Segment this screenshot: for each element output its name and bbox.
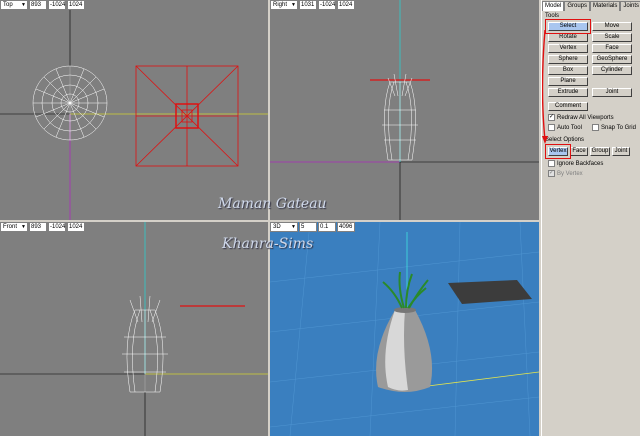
box-button[interactable]: Box xyxy=(548,66,588,75)
checkbox-unchecked xyxy=(548,160,555,167)
tab-groups[interactable]: Groups xyxy=(564,1,591,11)
right-view-canvas xyxy=(270,0,539,220)
near-field[interactable]: 0.1 xyxy=(318,222,336,232)
vase-front-wireframe xyxy=(122,295,168,393)
view-select[interactable]: Right xyxy=(270,0,298,10)
y-field[interactable]: 1024 xyxy=(67,0,85,10)
x-field[interactable]: -1024 xyxy=(48,0,66,10)
highlight-select-box xyxy=(545,19,591,34)
move-button[interactable]: Move xyxy=(592,22,632,31)
checkbox-checked: ✓ xyxy=(548,114,555,121)
view-select[interactable]: 3D xyxy=(270,222,298,232)
viewport-toolbar: Right 1031 -1024 1024 xyxy=(270,0,355,10)
plane-button[interactable]: Plane xyxy=(548,77,588,86)
viewport-toolbar: Front 893 -1024 1024 xyxy=(0,222,85,232)
rotate-button[interactable]: Rotate xyxy=(548,33,588,42)
checkbox-unchecked xyxy=(548,124,555,131)
ignore-backfaces-checkbox[interactable]: Ignore Backfaces xyxy=(548,160,603,167)
viewport-toolbar: Top 893 -1024 1024 xyxy=(0,0,85,10)
ignore-backfaces-label: Ignore Backfaces xyxy=(557,160,604,167)
joint-button[interactable]: Joint xyxy=(592,88,632,97)
plane-top-wireframe xyxy=(135,65,239,167)
tab-materials[interactable]: Materials xyxy=(590,1,621,11)
sphere-button[interactable]: Sphere xyxy=(548,55,588,64)
cylinder-button[interactable]: Cylinder xyxy=(592,66,632,75)
checkbox-unchecked xyxy=(592,124,599,131)
viewport-top[interactable]: Top 893 -1024 1024 xyxy=(0,0,268,220)
geosphere-button[interactable]: GeoSphere xyxy=(592,55,632,64)
select-options-label: Select Options xyxy=(545,137,585,143)
scale-button[interactable]: Scale xyxy=(592,33,632,42)
select-face-button[interactable]: Face xyxy=(570,147,588,156)
comment-button[interactable]: Comment xyxy=(548,102,588,111)
front-view-canvas xyxy=(0,222,268,436)
vase-3d xyxy=(376,271,433,392)
viewport-right[interactable]: Right 1031 -1024 1024 xyxy=(270,0,539,220)
top-view-canvas xyxy=(0,0,268,220)
viewport-front[interactable]: Front 893 -1024 1024 xyxy=(0,222,268,436)
select-joint-button[interactable]: Joint xyxy=(612,147,630,156)
face-button[interactable]: Face xyxy=(592,44,632,53)
x-field[interactable]: -1024 xyxy=(48,222,66,232)
zoom-field[interactable]: 1031 xyxy=(299,0,317,10)
far-field[interactable]: 4096 xyxy=(337,222,355,232)
snap-grid-checkbox[interactable]: Snap To Grid xyxy=(592,124,636,131)
highlight-vertex-box xyxy=(545,144,571,159)
view-select[interactable]: Top xyxy=(0,0,28,10)
perspective-canvas xyxy=(270,222,539,436)
zoom-field[interactable]: 893 xyxy=(29,0,47,10)
by-vertex-checkbox[interactable]: ✓ By Vertex xyxy=(548,170,583,177)
watermark-line-2: Khanra-Sims xyxy=(222,236,314,252)
auto-tool-checkbox[interactable]: Auto Tool xyxy=(548,124,582,131)
view-select[interactable]: Front xyxy=(0,222,28,232)
vase-top-wireframe xyxy=(32,65,108,141)
fov-field[interactable]: 5 xyxy=(299,222,317,232)
vertex-button[interactable]: Vertex xyxy=(548,44,588,53)
viewport-3d[interactable]: 3D 5 0.1 4096 xyxy=(270,222,539,436)
y-field[interactable]: 1024 xyxy=(337,0,355,10)
auto-tool-label: Auto Tool xyxy=(557,124,582,131)
x-field[interactable]: -1024 xyxy=(318,0,336,10)
redraw-label: Redraw All Viewports xyxy=(557,114,614,121)
panel-tabs: Model Groups Materials Joints xyxy=(542,1,640,11)
viewport-toolbar: 3D 5 0.1 4096 xyxy=(270,222,355,232)
snap-label: Snap To Grid xyxy=(601,124,636,131)
tool-panel: Model Groups Materials Joints Tools Sele… xyxy=(541,0,640,436)
y-field[interactable]: 1024 xyxy=(67,222,85,232)
tab-model[interactable]: Model xyxy=(542,1,565,11)
vase-side-wireframe xyxy=(382,73,418,161)
plane-3d xyxy=(448,280,532,304)
by-vertex-label: By Vertex xyxy=(557,170,583,177)
checkbox-checked: ✓ xyxy=(548,170,555,177)
extrude-button[interactable]: Extrude xyxy=(548,88,588,97)
zoom-field[interactable]: 893 xyxy=(29,222,47,232)
tab-joints[interactable]: Joints xyxy=(620,1,640,11)
watermark-line-1: Maman Gateau xyxy=(218,196,327,212)
redraw-all-checkbox[interactable]: ✓ Redraw All Viewports xyxy=(548,114,614,121)
select-group-button[interactable]: Group xyxy=(590,147,610,156)
